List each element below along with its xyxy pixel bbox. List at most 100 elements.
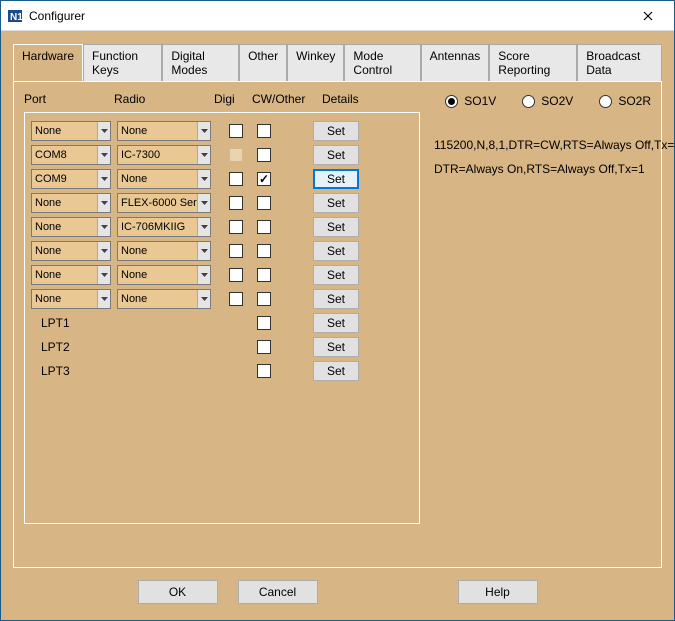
radio-select[interactable]: IC-7300	[117, 145, 211, 165]
radio-dot-icon	[445, 95, 458, 108]
set-button[interactable]: Set	[313, 361, 359, 381]
radio-select[interactable]: None	[117, 289, 211, 309]
cw-checkbox[interactable]	[257, 364, 271, 378]
digi-checkbox[interactable]	[229, 268, 243, 282]
port-row: None None Set	[31, 239, 413, 263]
set-button[interactable]: Set	[313, 145, 359, 165]
port-select[interactable]: None	[31, 289, 111, 309]
port-select[interactable]: None	[31, 265, 111, 285]
radio-select[interactable]: IC-706MKIIG	[117, 217, 211, 237]
digi-checkbox[interactable]	[229, 196, 243, 210]
port-select[interactable]: None	[31, 217, 111, 237]
radio-circle-icon	[522, 95, 535, 108]
cw-checkbox[interactable]	[257, 268, 271, 282]
titlebar: N1 Configurer	[1, 1, 674, 31]
set-button[interactable]: Set	[313, 121, 359, 141]
chevron-down-icon	[97, 194, 110, 212]
tab-score-reporting[interactable]: Score Reporting	[489, 44, 577, 81]
window-title: Configurer	[29, 9, 628, 23]
set-button[interactable]: Set	[313, 193, 359, 213]
digi-checkbox[interactable]	[229, 172, 243, 186]
port-row: None None Set	[31, 287, 413, 311]
port-select[interactable]: None	[31, 193, 111, 213]
port-select[interactable]: COM9	[31, 169, 111, 189]
tab-function-keys[interactable]: Function Keys	[83, 44, 162, 81]
port-row: None None Set	[31, 263, 413, 287]
close-icon	[643, 11, 653, 21]
cw-checkbox[interactable]	[257, 292, 271, 306]
chevron-down-icon	[97, 170, 110, 188]
port-row: None FLEX-6000 Series Set	[31, 191, 413, 215]
radio-so1v[interactable]: SO1V	[445, 94, 496, 108]
cw-checkbox[interactable]	[257, 244, 271, 258]
lpt-row: LPT2 Set	[31, 335, 413, 359]
chevron-down-icon	[97, 122, 110, 140]
cw-checkbox[interactable]	[257, 172, 271, 186]
help-button[interactable]: Help	[458, 580, 538, 604]
client-area: Hardware Function Keys Digital Modes Oth…	[1, 31, 674, 620]
tab-antennas[interactable]: Antennas	[421, 44, 490, 81]
radio-select[interactable]: None	[117, 265, 211, 285]
tab-winkey[interactable]: Winkey	[287, 44, 344, 81]
set-button[interactable]: Set	[313, 265, 359, 285]
cw-checkbox[interactable]	[257, 340, 271, 354]
chevron-down-icon	[97, 146, 110, 164]
ok-button[interactable]: OK	[138, 580, 218, 604]
digi-checkbox[interactable]	[229, 292, 243, 306]
digi-checkbox[interactable]	[229, 124, 243, 138]
chevron-down-icon	[97, 218, 110, 236]
app-icon: N1	[7, 8, 23, 24]
digi-checkbox[interactable]	[229, 220, 243, 234]
tab-mode-control[interactable]: Mode Control	[344, 44, 420, 81]
set-button[interactable]: Set	[313, 241, 359, 261]
chevron-down-icon	[197, 146, 210, 164]
header-port: Port	[24, 92, 114, 106]
dialog-buttons: OK Cancel Help	[13, 568, 662, 608]
radio-select[interactable]: FLEX-6000 Series	[117, 193, 211, 213]
radio-so2v[interactable]: SO2V	[522, 94, 573, 108]
chevron-down-icon	[197, 242, 210, 260]
cw-checkbox[interactable]	[257, 196, 271, 210]
chevron-down-icon	[197, 194, 210, 212]
port-row: None IC-706MKIIG Set	[31, 215, 413, 239]
port-row: None None Set	[31, 119, 413, 143]
chevron-down-icon	[197, 170, 210, 188]
port-select[interactable]: COM8	[31, 145, 111, 165]
chevron-down-icon	[197, 218, 210, 236]
port-select[interactable]: None	[31, 241, 111, 261]
details-row-3: DTR=Always On,RTS=Always Off,Tx=1	[434, 162, 645, 176]
radio-select[interactable]: None	[117, 169, 211, 189]
cw-checkbox[interactable]	[257, 148, 271, 162]
tab-digital-modes[interactable]: Digital Modes	[162, 44, 239, 81]
cw-checkbox[interactable]	[257, 316, 271, 330]
tab-broadcast-data[interactable]: Broadcast Data	[577, 44, 662, 81]
radio-circle-icon	[599, 95, 612, 108]
details-row-2: 115200,N,8,1,DTR=CW,RTS=Always Off,Tx=1	[434, 138, 675, 152]
set-button[interactable]: Set	[313, 313, 359, 333]
cancel-button[interactable]: Cancel	[238, 580, 318, 604]
close-button[interactable]	[628, 2, 668, 30]
set-button[interactable]: Set	[313, 217, 359, 237]
port-select[interactable]: None	[31, 121, 111, 141]
chevron-down-icon	[97, 266, 110, 284]
header-digi: Digi	[214, 92, 252, 106]
cw-checkbox[interactable]	[257, 124, 271, 138]
radio-so2r[interactable]: SO2R	[599, 94, 651, 108]
digi-checkbox[interactable]	[229, 244, 243, 258]
radio-select[interactable]: None	[117, 241, 211, 261]
svg-text:N1: N1	[10, 12, 23, 23]
header-cw: CW/Other	[252, 92, 322, 106]
tabstrip: Hardware Function Keys Digital Modes Oth…	[13, 43, 662, 81]
chevron-down-icon	[197, 266, 210, 284]
set-button[interactable]: Set	[313, 169, 359, 189]
lpt-row: LPT3Set	[31, 359, 413, 383]
set-button[interactable]: Set	[313, 289, 359, 309]
cw-checkbox[interactable]	[257, 220, 271, 234]
lpt-label: LPT2	[41, 340, 70, 354]
chevron-down-icon	[197, 122, 210, 140]
tab-hardware[interactable]: Hardware	[13, 44, 83, 81]
chevron-down-icon	[97, 242, 110, 260]
radio-select[interactable]: None	[117, 121, 211, 141]
set-button[interactable]: Set	[313, 337, 359, 357]
tab-other[interactable]: Other	[239, 44, 287, 81]
